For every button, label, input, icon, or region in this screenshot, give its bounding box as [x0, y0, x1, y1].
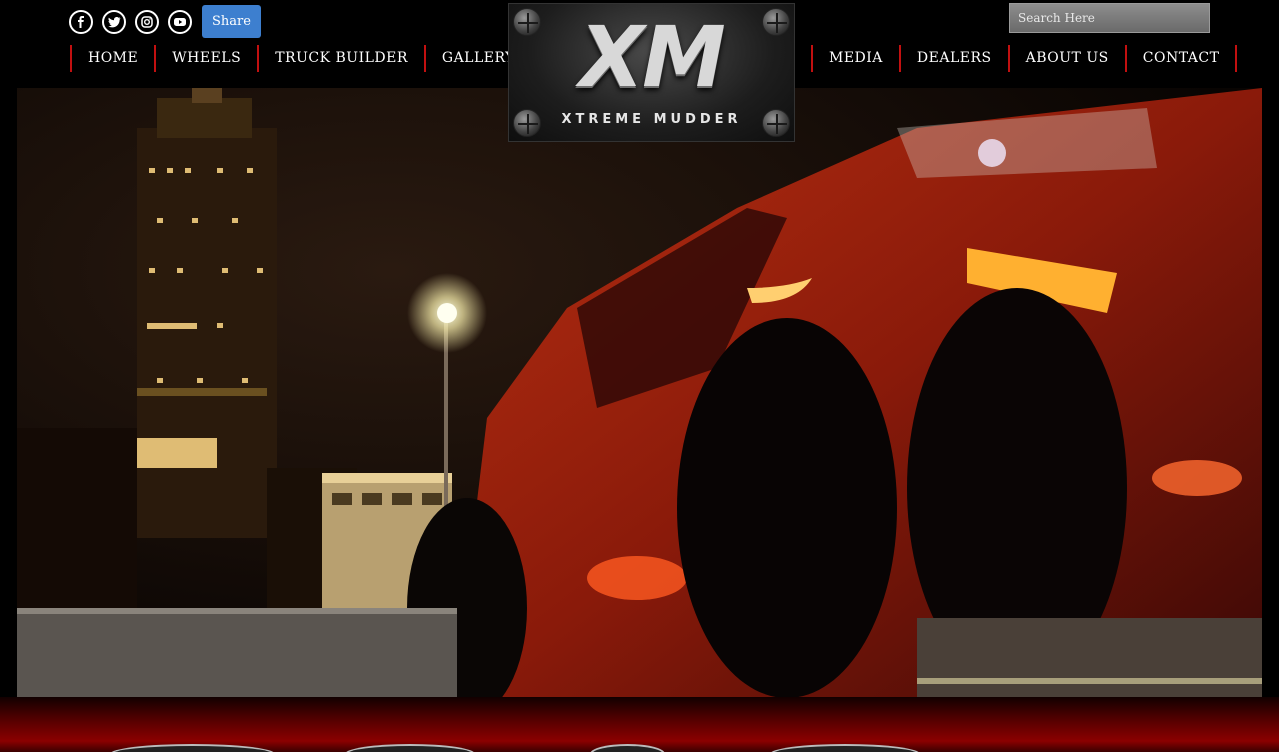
nav-dealers[interactable]: DEALERS — [898, 45, 1008, 72]
nav-truck-builder[interactable]: TRUCK BUILDER — [257, 45, 424, 72]
nav-home[interactable]: HOME — [70, 45, 154, 72]
share-button[interactable]: Share — [202, 5, 261, 38]
main-nav-left: HOME WHEELS TRUCK BUILDER GALLERY — [70, 45, 531, 72]
nav-contact[interactable]: CONTACT — [1124, 45, 1238, 72]
skyscraper — [137, 88, 277, 538]
facebook-icon[interactable] — [69, 10, 93, 34]
social-links — [69, 10, 192, 34]
twitter-icon[interactable] — [102, 10, 126, 34]
instagram-icon[interactable] — [135, 10, 159, 34]
nav-wheels[interactable]: WHEELS — [154, 45, 257, 72]
search-input[interactable] — [1009, 3, 1210, 33]
main-nav-right: MEDIA DEALERS ABOUT US CONTACT — [811, 45, 1238, 72]
nav-about-us[interactable]: ABOUT US — [1007, 45, 1125, 72]
logo-tagline: XTREME MUDDER — [561, 112, 742, 127]
hero-image — [17, 88, 1262, 697]
youtube-icon[interactable] — [168, 10, 192, 34]
logo-mark: XM — [579, 8, 725, 106]
nav-media[interactable]: MEDIA — [811, 45, 899, 72]
site-logo[interactable]: XM XTREME MUDDER — [508, 3, 795, 142]
